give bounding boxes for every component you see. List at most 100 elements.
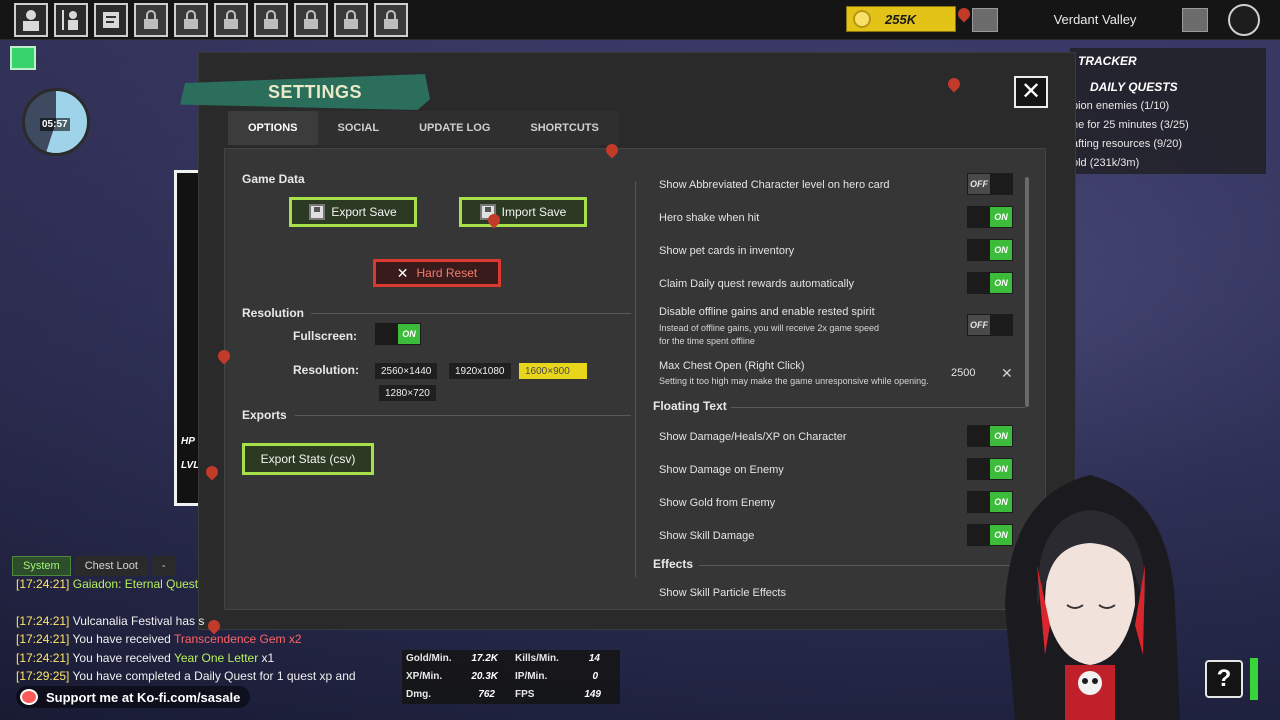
chat-minimize-button[interactable]: - [151, 556, 176, 576]
locked-slot-icon[interactable] [294, 3, 328, 37]
chat-line: [17:24:21] You have received Transcenden… [16, 632, 302, 646]
options-scrollbar[interactable] [1025, 177, 1029, 407]
stat-value: 14 [588, 653, 600, 664]
game-data-heading: Game Data [242, 172, 305, 186]
settings-tabs: OPTIONS SOCIAL UPDATE LOG SHORTCUTS [228, 111, 619, 145]
gold-coin-icon [853, 10, 871, 28]
prev-zone-button[interactable] [972, 8, 998, 32]
hero-shake-toggle[interactable]: ON [967, 206, 1013, 228]
chat-line: [17:24:21] You have received Year One Le… [16, 651, 274, 665]
clear-input-icon[interactable]: ✕ [1001, 365, 1013, 382]
settings-title: SETTINGS [268, 82, 363, 102]
export-save-label: Export Save [331, 205, 397, 219]
option-label: Disable offline gains and enable rested … [659, 306, 875, 318]
tab-social[interactable]: SOCIAL [318, 111, 400, 145]
hard-reset-button[interactable]: ✕ Hard Reset [373, 259, 501, 287]
divider [311, 313, 631, 314]
hp-label: HP [181, 436, 195, 447]
option-sublabel: for the time spent offline [659, 336, 755, 346]
zone-name: Verdant Valley [1053, 12, 1137, 27]
chat-item: Year One Letter [173, 651, 259, 665]
lvl-label: LVL [181, 460, 200, 471]
stat-value: 17.2K [471, 653, 498, 664]
locked-slot-icon[interactable] [254, 3, 288, 37]
stat-label: FPS [515, 689, 535, 700]
locked-slot-icon[interactable] [214, 3, 248, 37]
resolution-option[interactable]: 2560×1440 [375, 363, 438, 379]
chat-timestamp: [17:29:25] [16, 669, 70, 683]
option-label: Show Gold from Enemy [659, 497, 776, 509]
claim-daily-toggle[interactable]: ON [967, 272, 1013, 294]
locked-slot-icon[interactable] [174, 3, 208, 37]
locked-slot-icon[interactable] [334, 3, 368, 37]
chat-text: Vulcanalia Festival has s [72, 614, 205, 628]
buff-icon[interactable] [10, 46, 36, 70]
help-button[interactable]: ? [1205, 660, 1243, 698]
kofi-banner[interactable]: Support me at Ko-fi.com/sasale [16, 686, 251, 708]
export-stats-button[interactable]: Export Stats (csv) [242, 443, 374, 475]
tracker-item: ne for 25 minutes (3/25) [1072, 119, 1189, 131]
toggle-state: OFF [968, 315, 990, 335]
chat-text: You have received [72, 651, 174, 665]
tracker-item: afting resources (9/20) [1072, 138, 1183, 150]
gold-counter: 255K [846, 6, 956, 32]
stat-value: 20.3K [471, 671, 498, 682]
scroll-icon[interactable] [94, 3, 128, 37]
stats-panel: Gold/Min. 17.2K Kills/Min. 14 XP/Min. 20… [402, 650, 620, 704]
pet-cards-toggle[interactable]: ON [967, 239, 1013, 261]
chat-tabs: System Chest Loot - [12, 556, 176, 578]
stat-value: 149 [584, 689, 601, 700]
export-save-button[interactable]: Export Save [289, 197, 417, 227]
max-chest-sublabel: Setting it too high may make the game un… [659, 376, 929, 386]
next-zone-button[interactable] [1182, 8, 1208, 32]
gold-amount: 255K [885, 11, 917, 27]
chat-line: [17:29:25] You have completed a Daily Qu… [16, 669, 356, 683]
option-sublabel: Instead of offline gains, you will recei… [659, 323, 879, 333]
close-icon: ✕ [1020, 78, 1042, 105]
tracker-item: pion enemies (1/10) [1072, 100, 1170, 112]
knight-icon[interactable] [54, 3, 88, 37]
chat-text: You have received [72, 632, 174, 646]
option-label: Hero shake when hit [659, 212, 760, 224]
chat-timestamp: [17:24:21] [16, 614, 70, 628]
column-divider [635, 181, 636, 577]
abbreviated-level-toggle[interactable]: OFF [967, 173, 1013, 195]
offline-gains-toggle[interactable]: OFF [967, 314, 1013, 336]
option-label: Show Damage on Enemy [659, 464, 784, 476]
chat-tab-chest-loot[interactable]: Chest Loot [74, 556, 148, 576]
chat-text: You have completed a Daily Quest for 1 q… [72, 669, 356, 683]
chat-tab-system[interactable]: System [12, 556, 71, 576]
fullscreen-label: Fullscreen: [293, 329, 358, 343]
close-button[interactable]: ✕ [1014, 76, 1048, 108]
locked-slot-icon[interactable] [374, 3, 408, 37]
divider [295, 415, 631, 416]
options-panel: Game Data Export Save Import Save ✕ Hard… [224, 148, 1046, 610]
tab-shortcuts[interactable]: SHORTCUTS [510, 111, 618, 145]
help-icon: ? [1216, 665, 1232, 692]
resolution-option[interactable]: 1280×720 [379, 385, 436, 401]
stat-value: 0 [592, 671, 598, 682]
stat-value: 762 [478, 689, 495, 700]
resolution-option-selected[interactable]: 1600×900 [519, 363, 587, 379]
damage-heals-xp-toggle[interactable]: ON [967, 425, 1013, 447]
option-label: Claim Daily quest rewards automatically [659, 278, 855, 290]
stat-label: Gold/Min. [406, 653, 452, 664]
locked-slot-icon[interactable] [134, 3, 168, 37]
save-disk-icon [309, 204, 326, 220]
tab-update-log[interactable]: UPDATE LOG [399, 111, 510, 145]
floating-text-heading: Floating Text [653, 399, 727, 413]
import-save-label: Import Save [501, 205, 567, 219]
tracker-subtitle: DAILY QUESTS [1090, 80, 1178, 94]
clock-time: 05:57 [40, 118, 70, 131]
chat-timestamp: [17:24:21] [16, 651, 70, 665]
chat-timestamp: [17:24:21] [16, 577, 70, 591]
resolution-option[interactable]: 1920x1080 [449, 363, 511, 379]
toggle-state: ON [990, 207, 1012, 227]
world-map-icon[interactable] [1228, 4, 1260, 36]
stat-label: XP/Min. [406, 671, 443, 682]
player-icon[interactable] [14, 3, 48, 37]
import-save-button[interactable]: Import Save [459, 197, 587, 227]
option-label: Show Damage/Heals/XP on Character [659, 431, 847, 443]
fullscreen-toggle[interactable]: ON [375, 323, 421, 345]
tab-options[interactable]: OPTIONS [228, 111, 318, 145]
